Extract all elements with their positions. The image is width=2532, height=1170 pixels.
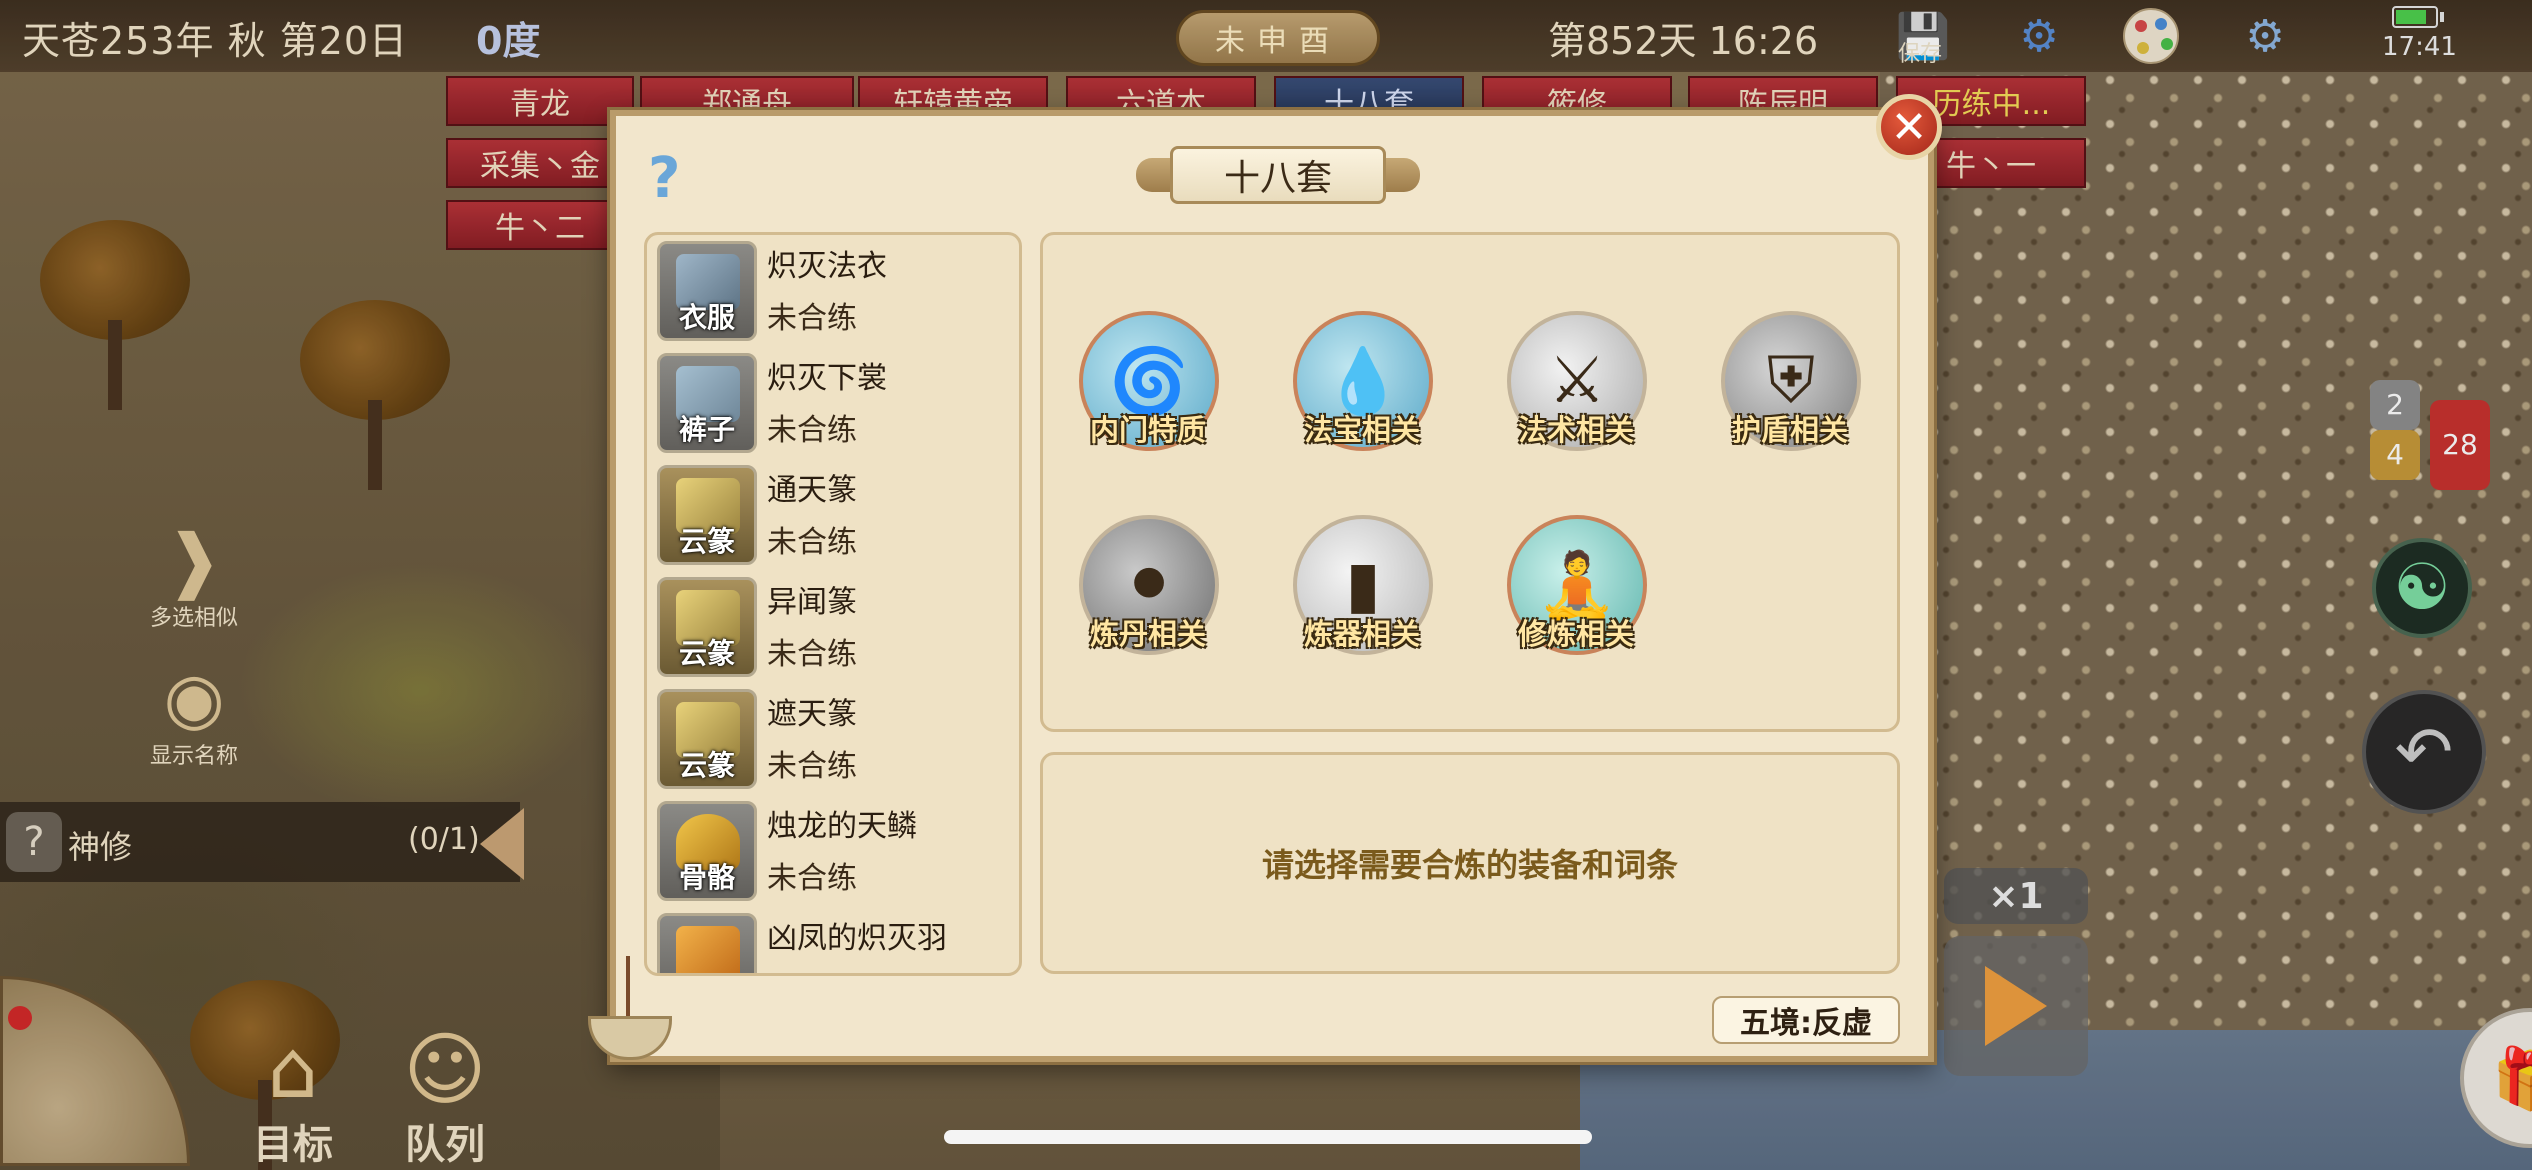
list-item[interactable]: 凶凤的炽灭羽 — [657, 907, 1017, 973]
refine-set-dialog: 十八套 ? ✕ 衣服 炽灭法衣 未合练 裤子 炽灭下裳 未合练 云篆 通天篆 未… — [588, 94, 1942, 1062]
item-name: 遮天篆 — [767, 697, 857, 732]
dialog-title: 十八套 — [1170, 146, 1386, 204]
affix-spell[interactable]: ⚔ 法术相关 — [1501, 311, 1651, 461]
affix-label: 炼丹相关 — [1089, 617, 1206, 651]
incense-burner-icon — [582, 956, 678, 1066]
title-ornament — [1380, 158, 1420, 192]
realm-badge: 五境:反虚 — [1712, 996, 1900, 1044]
talisman-icon: 云篆 — [657, 465, 757, 565]
list-item[interactable]: 云篆 异闻篆 未合练 — [657, 571, 1017, 683]
item-status: 未合练 — [767, 413, 857, 448]
item-name: 烛龙的天鳞 — [767, 809, 917, 844]
item-status: 未合练 — [767, 749, 857, 784]
affix-label: 炼器相关 — [1303, 617, 1420, 651]
hint-text: 请选择需要合炼的装备和词条 — [1261, 846, 1678, 884]
affix-cultivation[interactable]: 🧘 修炼相关 — [1501, 515, 1651, 665]
affix-forging[interactable]: ▮ 炼器相关 — [1287, 515, 1437, 665]
item-name: 凶凤的炽灭羽 — [767, 921, 947, 956]
talisman-icon: 云篆 — [657, 577, 757, 677]
affix-label: 法宝相关 — [1303, 413, 1420, 447]
home-indicator[interactable] — [944, 1130, 1592, 1144]
talisman-icon: 云篆 — [657, 689, 757, 789]
item-name: 炽灭下裳 — [767, 361, 887, 396]
close-icon: ✕ — [1890, 101, 1928, 153]
affix-alchemy[interactable]: ⚫ 炼丹相关 — [1073, 515, 1223, 665]
item-status: 未合练 — [767, 301, 857, 336]
list-item[interactable]: 云篆 通天篆 未合练 — [657, 459, 1017, 571]
equipment-list[interactable]: 衣服 炽灭法衣 未合练 裤子 炽灭下裳 未合练 云篆 通天篆 未合练 云篆 异闻… — [644, 232, 1022, 976]
dragon-scale-icon: 骨骼 — [657, 801, 757, 901]
affix-label: 护盾相关 — [1731, 413, 1848, 447]
affix-inner-sect[interactable]: 🌀 内门特质 — [1073, 311, 1223, 461]
item-status: 未合练 — [767, 637, 857, 672]
item-name: 通天篆 — [767, 473, 857, 508]
affix-artifact[interactable]: 💧 法宝相关 — [1287, 311, 1437, 461]
list-item[interactable]: 骨骼 烛龙的天鳞 未合练 — [657, 795, 1017, 907]
item-name: 异闻篆 — [767, 585, 857, 620]
item-name: 炽灭法衣 — [767, 249, 887, 284]
item-status: 未合练 — [767, 861, 857, 896]
affix-label: 修炼相关 — [1517, 617, 1634, 651]
list-item[interactable]: 裤子 炽灭下裳 未合练 — [657, 347, 1017, 459]
affix-label: 内门特质 — [1089, 413, 1206, 447]
pants-icon: 裤子 — [657, 353, 757, 453]
affix-panel: 🌀 内门特质 💧 法宝相关 ⚔ 法术相关 ⛨ 护盾相关 ⚫ 炼丹相关 ▮ 炼器相… — [1040, 232, 1900, 732]
affix-shield[interactable]: ⛨ 护盾相关 — [1715, 311, 1865, 461]
affix-label: 法术相关 — [1517, 413, 1634, 447]
list-item[interactable]: 云篆 遮天篆 未合练 — [657, 683, 1017, 795]
list-item[interactable]: 衣服 炽灭法衣 未合练 — [657, 235, 1017, 347]
help-icon[interactable]: ? — [648, 146, 680, 211]
close-button[interactable]: ✕ — [1876, 94, 1942, 160]
robe-icon: 衣服 — [657, 241, 757, 341]
hint-panel: 请选择需要合炼的装备和词条 — [1040, 752, 1900, 974]
item-status: 未合练 — [767, 525, 857, 560]
